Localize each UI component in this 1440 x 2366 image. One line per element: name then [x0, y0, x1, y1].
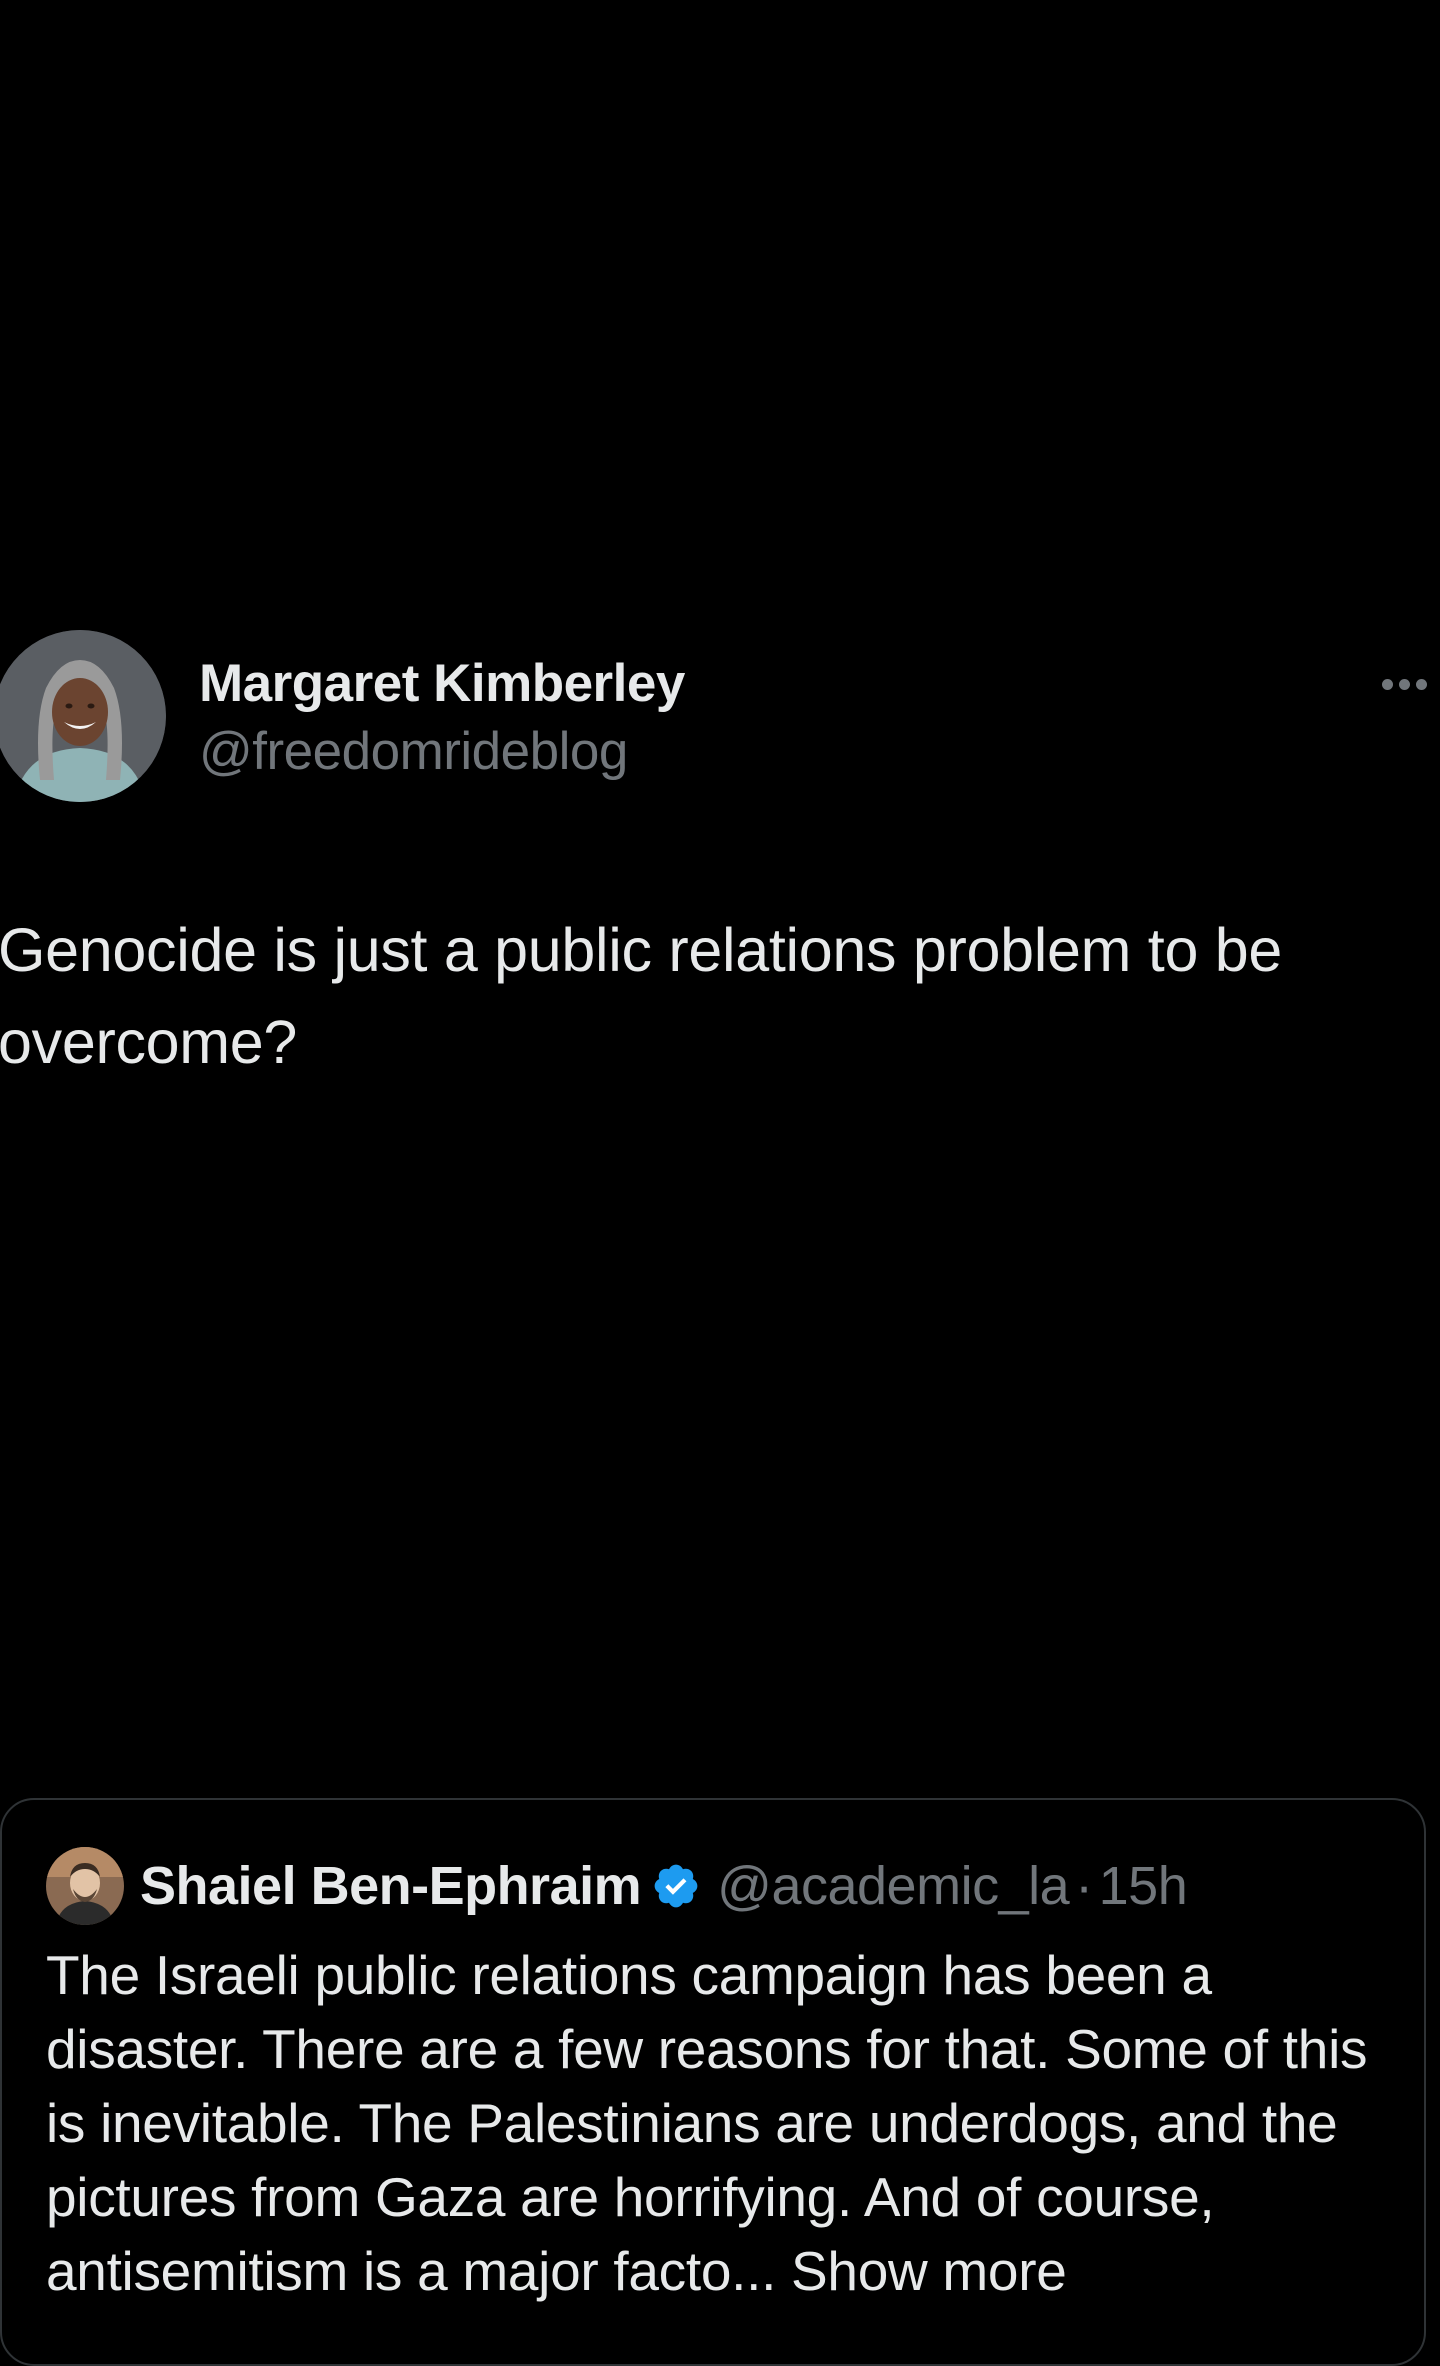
tweet: Margaret Kimberley @freedomrideblog Geno…	[0, 630, 1440, 2366]
author-handle[interactable]: @freedomrideblog	[199, 720, 685, 784]
author-names: Margaret Kimberley @freedomrideblog	[199, 652, 685, 784]
quoted-author-avatar-image	[46, 1847, 124, 1925]
show-more-link[interactable]: Show more	[791, 2240, 1067, 2302]
more-options-icon[interactable]	[1374, 672, 1434, 696]
separator-dot: ·	[1075, 1856, 1093, 1916]
quoted-author-avatar[interactable]	[46, 1847, 124, 1925]
author-avatar[interactable]	[0, 630, 166, 802]
quoted-tweet-text: The Israeli public relations campaign ha…	[46, 1938, 1396, 2308]
more-dot	[1415, 678, 1427, 690]
quoted-tweet-header: Shaiel Ben-Ephraim @academic_la · 15h	[46, 1846, 1386, 1926]
author-display-name[interactable]: Margaret Kimberley	[199, 652, 685, 716]
quoted-author-handle[interactable]: @academic_la	[717, 1855, 1070, 1917]
quoted-author-display-name[interactable]: Shaiel Ben-Ephraim	[140, 1855, 642, 1917]
tweet-text: Genocide is just a public relations prob…	[0, 916, 1282, 1076]
more-dot	[1398, 678, 1410, 690]
tweet-header: Margaret Kimberley @freedomrideblog	[0, 630, 1440, 810]
more-dot	[1381, 678, 1393, 690]
quoted-tweet-time[interactable]: 15h	[1099, 1855, 1188, 1917]
quoted-tweet-body: The Israeli public relations campaign ha…	[46, 1944, 1368, 2302]
verified-badge-icon	[654, 1864, 698, 1908]
quoted-tweet[interactable]: Shaiel Ben-Ephraim @academic_la · 15h Th…	[0, 1798, 1426, 2366]
author-avatar-image	[0, 630, 166, 802]
